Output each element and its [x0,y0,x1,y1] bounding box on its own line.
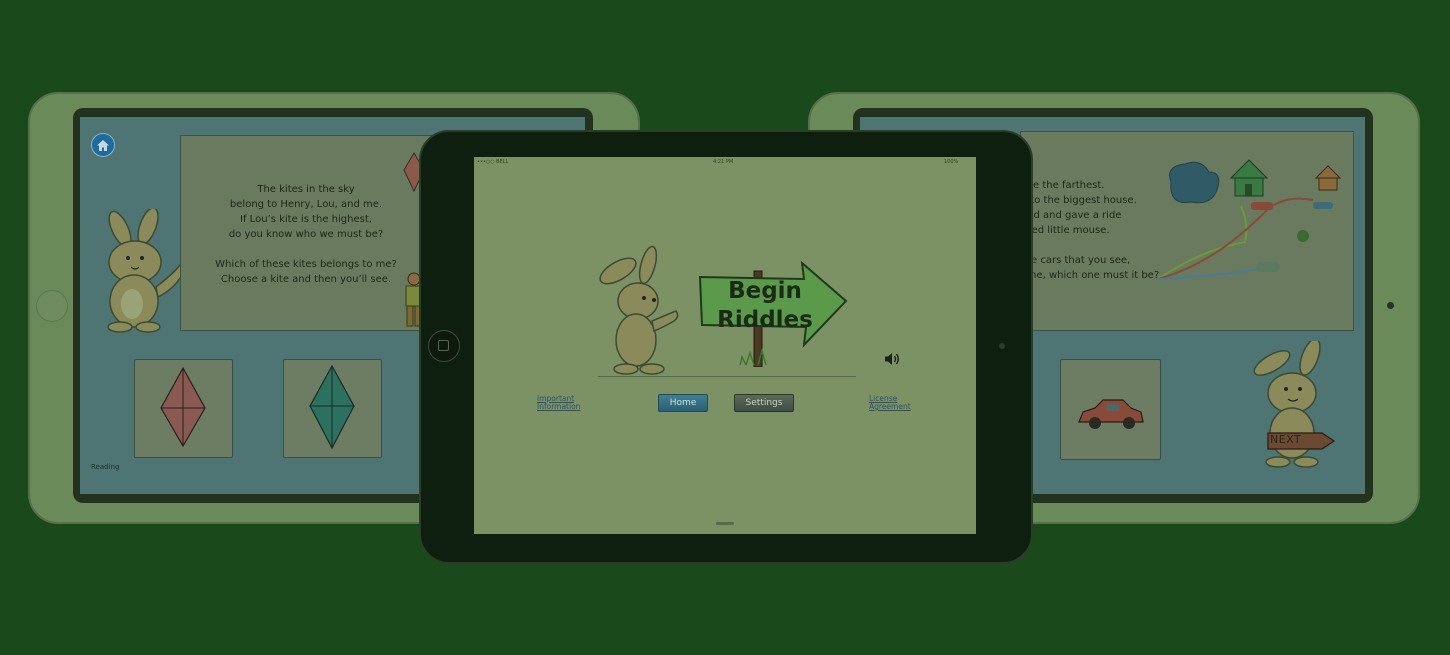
poem-line [181,242,431,257]
device-home-icon [438,340,449,351]
license-agreement-link[interactable]: License Agreement [869,395,911,411]
begin-riddles-sign[interactable]: Begin Riddles [710,277,820,335]
home-icon [97,139,109,151]
kite-choice-1[interactable] [134,359,233,458]
left-tablet-home-button [36,290,68,322]
battery-label: 100% [944,159,959,165]
speaker-icon[interactable] [884,352,900,366]
link-line: Information [537,402,581,411]
next-button[interactable]: NEXT [1270,433,1301,446]
poem-line [1021,238,1161,253]
home-button[interactable] [91,133,115,157]
poem-line: Which of these kites belongs to me? [215,259,397,270]
bunny-illustration [599,245,679,375]
kite-icon [309,364,355,450]
kite-icon [160,366,206,448]
home-button[interactable]: Home [658,394,708,412]
kite-choice-2[interactable] [283,359,382,458]
riddle-card: The kites in the sky belong to Henry, Lo… [180,135,432,331]
subject-label: Reading [91,463,120,471]
car-choice[interactable] [1060,359,1161,460]
right-tablet-camera [1387,302,1394,309]
poem-line: If Lou’s kite is the highest, [240,214,372,225]
center-tablet-camera [999,343,1005,349]
riddle-card: ove the farthest. e to the biggest house… [1020,131,1354,331]
sign-line: Riddles [717,307,813,333]
carrier-label: •••○○ BELL [477,159,509,165]
settings-button[interactable]: Settings [734,394,794,412]
status-bar: •••○○ BELL 4:21 PM 100% [474,157,976,167]
poem-line: ree cars that you see, [1021,255,1131,266]
poem-line: belong to Henry, Lou, and me. [229,199,383,210]
bunny-illustration [107,209,185,333]
riddle-text: ove the farthest. e to the biggest house… [1021,178,1161,283]
poem-line: The kites in the sky [257,184,355,195]
poem-line: ped and gave a ride [1021,210,1122,221]
home-indicator [716,522,734,525]
center-tablet-screen: •••○○ BELL 4:21 PM 100% Begin Riddles Im… [474,157,976,534]
poem-line: tired little mouse. [1021,225,1110,236]
ground-line [598,376,856,377]
sign-line: Begin [728,278,802,304]
link-line: Agreement [869,402,911,411]
car-icon [1078,399,1144,429]
important-information-link[interactable]: Important Information [537,395,580,411]
poem-line: e to the biggest house. [1021,195,1137,206]
riddle-text: The kites in the sky belong to Henry, Lo… [181,182,431,287]
bunny-illustration [1253,341,1336,468]
poem-line: ove the farthest. [1021,180,1105,191]
poem-line: do you know who we must be? [228,229,384,240]
map-illustration [1157,159,1342,280]
poem-line: nine, which one must it be? [1021,270,1160,281]
poem-line: Choose a kite and then you’ll see. [220,274,392,285]
clock: 4:21 PM [713,159,734,165]
